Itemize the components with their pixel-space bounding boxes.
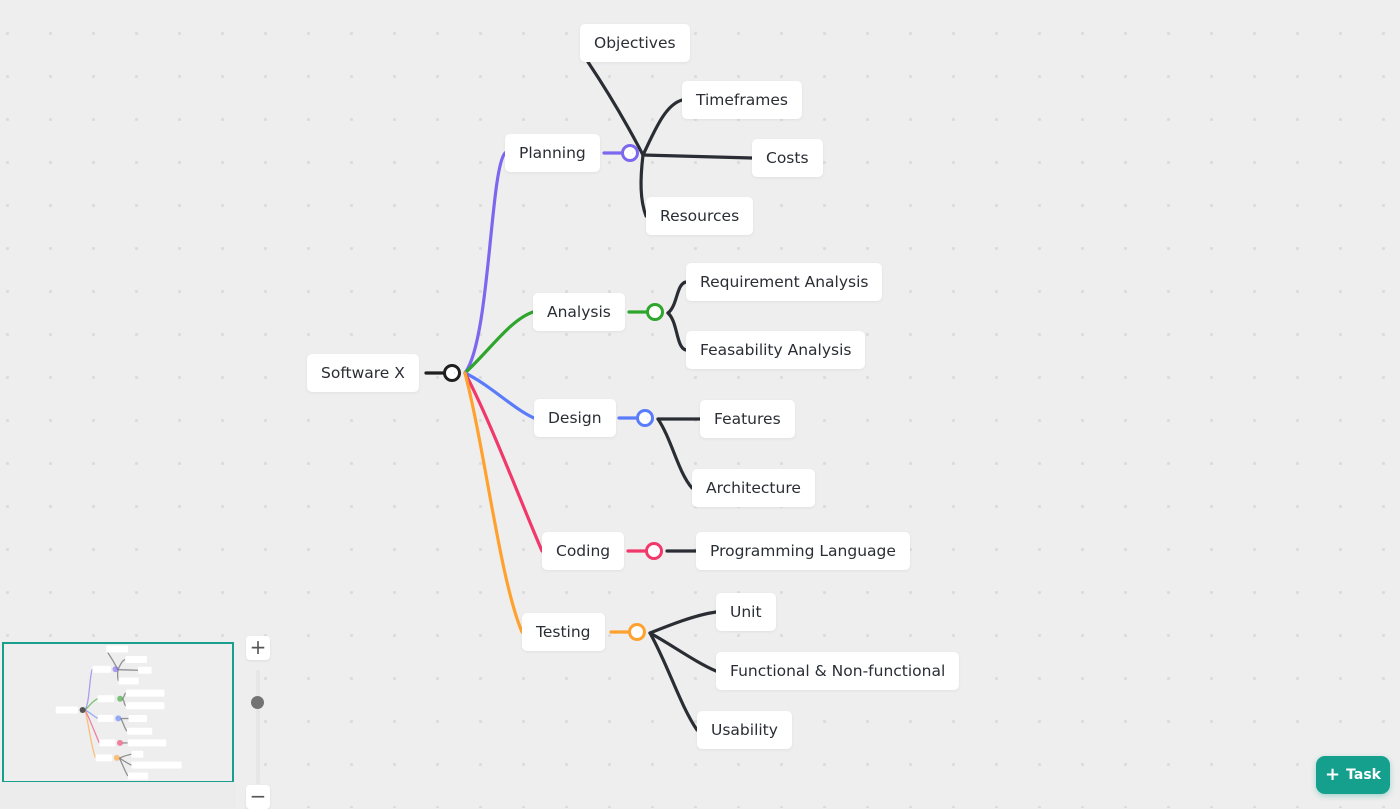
- child-node[interactable]: Costs: [752, 139, 823, 177]
- minimap-toggle: [113, 754, 120, 761]
- child-node[interactable]: Resources: [646, 197, 754, 235]
- minimap-child-link: [123, 699, 126, 706]
- minimap-root-node: [55, 706, 78, 714]
- minimap-child-node: [118, 677, 139, 685]
- collapse-toggle-planning[interactable]: [621, 144, 639, 162]
- minimap-child-node: [127, 772, 149, 780]
- minimap-branch-node: [99, 739, 116, 747]
- minimap[interactable]: [2, 642, 234, 783]
- child-node[interactable]: Timeframes: [682, 81, 802, 119]
- minimap-child-link: [118, 670, 138, 671]
- add-task-button[interactable]: + Task: [1316, 756, 1390, 794]
- collapse-toggle-coding[interactable]: [645, 542, 663, 560]
- minimap-toggle: [115, 715, 122, 722]
- root-node[interactable]: Software X: [307, 354, 419, 392]
- branch-node-testing[interactable]: Testing: [522, 613, 605, 651]
- branch-node-planning[interactable]: Planning: [505, 134, 600, 172]
- minimap-child-node: [125, 656, 147, 663]
- child-link: [656, 417, 694, 490]
- minimap-child-node: [138, 666, 152, 674]
- plus-icon: +: [1325, 764, 1341, 785]
- minimap-toggle: [116, 739, 123, 746]
- minimap-child-link: [118, 660, 125, 670]
- collapse-icon: [634, 630, 640, 634]
- collapse-icon: [652, 310, 658, 314]
- zoom-slider-track[interactable]: [256, 670, 260, 784]
- zoom-out-button[interactable]: −: [246, 785, 270, 809]
- minimap-child-node: [125, 689, 165, 697]
- collapse-toggle-root[interactable]: [443, 364, 461, 382]
- branch-node-analysis[interactable]: Analysis: [533, 293, 625, 331]
- minimap-branch-node: [97, 695, 115, 703]
- minus-icon: −: [249, 784, 267, 808]
- child-link: [641, 153, 754, 160]
- minimap-child-node: [127, 739, 167, 747]
- child-node[interactable]: Requirement Analysis: [686, 263, 883, 301]
- minimap-branch-node: [97, 714, 114, 722]
- minimap-child-node: [131, 761, 182, 769]
- child-node[interactable]: Feasability Analysis: [686, 331, 866, 369]
- collapse-toggle-testing[interactable]: [628, 623, 646, 641]
- child-link: [641, 98, 684, 157]
- branch-link-testing: [463, 371, 524, 634]
- minimap-child-link: [118, 670, 119, 681]
- child-node[interactable]: Features: [700, 400, 795, 438]
- minimap-child-node: [125, 702, 165, 710]
- branch-node-coding[interactable]: Coding: [542, 532, 625, 570]
- collapse-icon: [627, 151, 633, 155]
- child-link: [648, 610, 718, 635]
- child-link: [666, 311, 688, 352]
- child-node[interactable]: Objectives: [580, 24, 690, 62]
- child-node[interactable]: Unit: [716, 593, 776, 631]
- branch-node-design[interactable]: Design: [534, 399, 616, 437]
- minimap-child-link: [119, 754, 131, 758]
- minimap-footer: [0, 782, 236, 808]
- child-node[interactable]: Architecture: [692, 469, 815, 507]
- minimap-child-node: [128, 715, 147, 723]
- plus-icon: +: [249, 635, 267, 659]
- minimap-branch-node: [95, 754, 113, 762]
- minimap-child-link: [121, 719, 127, 732]
- minimap-child-node: [127, 727, 153, 735]
- task-button-label: Task: [1346, 767, 1381, 783]
- child-link: [666, 280, 688, 315]
- minimap-child-node: [131, 750, 144, 758]
- child-node[interactable]: Usability: [697, 711, 792, 749]
- minimap-child-node: [106, 645, 129, 653]
- child-node[interactable]: Programming Language: [696, 532, 910, 570]
- collapse-toggle-analysis[interactable]: [646, 303, 664, 321]
- minimap-branch-link: [85, 710, 96, 758]
- zoom-slider-handle[interactable]: [251, 696, 264, 709]
- minimap-toggle: [112, 666, 119, 673]
- minimap-branch-node: [92, 665, 111, 673]
- zoom-in-button[interactable]: +: [246, 636, 270, 660]
- collapse-icon: [651, 549, 657, 553]
- minimap-toggle: [117, 695, 124, 702]
- collapse-icon: [449, 371, 455, 375]
- minimap-preview: [55, 645, 182, 780]
- collapse-icon: [642, 416, 648, 420]
- child-node[interactable]: Functional & Non-functional: [716, 652, 960, 690]
- minimap-root-toggle: [79, 707, 86, 714]
- collapse-toggle-design[interactable]: [636, 409, 654, 427]
